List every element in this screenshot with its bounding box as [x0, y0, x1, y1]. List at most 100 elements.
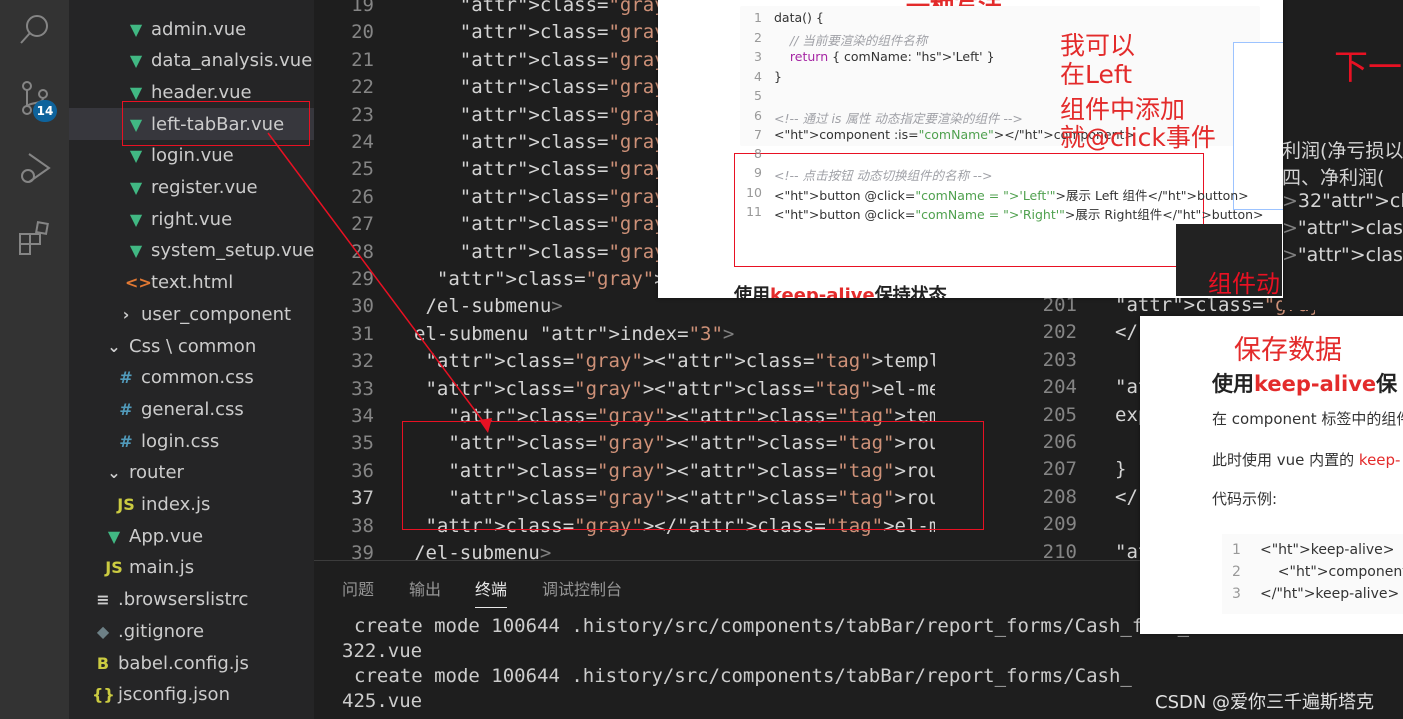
extensions-icon[interactable] [0, 208, 69, 268]
file-item[interactable]: ▼ data_analysis.vue [125, 46, 312, 76]
keep-alive-link[interactable]: keep-alive [1254, 372, 1376, 396]
code-line: <"ht">component :i [1260, 564, 1403, 580]
file-item[interactable]: ⌄ router [103, 458, 184, 488]
line-number: 204 [1042, 376, 1077, 399]
code-line: data() { [774, 10, 824, 25]
source-control-icon[interactable] [0, 68, 69, 128]
code-line: // 当前要渲染的组件名称 [774, 32, 928, 48]
overlay-paragraph-2: 此时使用 vue 内置的 keep- [1212, 451, 1401, 469]
file-item[interactable]: # login.css [115, 426, 219, 456]
strip-line: 四、净利润( [1282, 167, 1385, 189]
code-line-number: 1 [1232, 542, 1241, 558]
code-line[interactable]: "attr">class="gray"><"attr">class="tag">… [414, 350, 974, 372]
file-name: right.vue [151, 208, 233, 230]
folder-closed-file-icon: › [122, 304, 130, 324]
file-item[interactable]: ▼ admin.vue [125, 14, 246, 44]
code-line-number: 6 [754, 107, 762, 123]
line-number: 203 [1042, 348, 1077, 371]
run-debug-icon[interactable] [0, 138, 69, 198]
strip-line: >"attr">class="gray"></"attr">class="tag… [1282, 244, 1403, 266]
line-number: 38 [351, 514, 374, 537]
file-name: .browserslistrc [118, 589, 249, 611]
background-screenshot-fragment: 下一 利润(净亏损以四、净利润(>32"attr">class="gray"><… [1282, 0, 1403, 310]
line-number: 207 [1042, 458, 1077, 481]
file-item[interactable]: <> text.html [125, 268, 233, 298]
code-line: } [774, 68, 782, 84]
keep-link[interactable]: keep- [1359, 451, 1401, 469]
line-number: 33 [351, 377, 374, 400]
code-line-number: 2 [1232, 564, 1241, 580]
file-item[interactable]: Bbabel.config.js [92, 648, 249, 678]
section-heading: 使用keep-alive保持状态 [734, 281, 947, 298]
file-item[interactable]: # common.css [115, 363, 253, 393]
activity-bar: 14 [0, 0, 69, 719]
git-file-icon: ◆ [96, 621, 110, 641]
overlay-fragment: 组件动 [1176, 224, 1282, 296]
code-line[interactable]: /el-submenu> [414, 295, 562, 317]
babel-file-icon: B [96, 653, 110, 673]
overlay-paragraph: 在 component 标签中的组件 [1212, 410, 1403, 428]
code-line-number: 5 [754, 88, 762, 103]
line-number: 208 [1042, 485, 1077, 508]
line-number: 22 [351, 76, 374, 99]
vue-file-icon: ▼ [129, 51, 143, 71]
overlay-red-title: 保存数据 [1234, 335, 1342, 366]
panel-tab[interactable]: 调试控制台 [542, 576, 622, 600]
keep-alive-link[interactable]: keep-alive [770, 285, 875, 298]
code-line[interactable]: } [1115, 458, 1126, 480]
file-item[interactable]: # general.css [115, 394, 244, 424]
code-line[interactable]: </ [1115, 321, 1138, 343]
file-item[interactable]: › user_component [115, 299, 291, 329]
line-number: 30 [351, 295, 374, 318]
file-item[interactable]: JS main.js [103, 553, 194, 583]
annotation-box-file [122, 101, 310, 146]
code-line[interactable]: </ [1115, 486, 1138, 508]
annotation-box-code [402, 421, 984, 530]
line-number: 24 [351, 131, 374, 153]
vue-file-icon: ▼ [129, 146, 143, 166]
strip-line: >"attr">class="gray"></"attr">class="tag… [1282, 217, 1403, 239]
overlay-fragment-text: 组件动 [1208, 270, 1280, 296]
line-number: 206 [1042, 431, 1077, 453]
vue-file-icon: ▼ [129, 19, 143, 39]
code-line-number: 7 [754, 127, 762, 142]
vue-file-icon: ▼ [129, 178, 143, 197]
code-line[interactable]: /el-submenu> [414, 542, 551, 560]
code-line-number: 8 [754, 145, 762, 161]
overlay-paragraph-3: 代码示例: [1212, 490, 1278, 508]
file-item[interactable]: ▼ right.vue [125, 204, 232, 234]
file-item[interactable]: ◆ .gitignore [92, 616, 204, 646]
code-line: <"ht">button @click="comName = ">'Left'"… [774, 187, 1249, 203]
code-line-number: 3 [754, 49, 762, 64]
panel-tab[interactable]: 终端 [475, 576, 508, 608]
vue-file-icon: ▼ [129, 82, 143, 102]
code-line[interactable]: el-submenu "attr">index="3"> [414, 323, 734, 345]
file-item[interactable]: {} jsconfig.json [92, 680, 230, 710]
file-name: App.vue [129, 525, 204, 547]
code-line: <!-- 通过 is 属性 动态指定要渲染的组件 --> [774, 110, 1023, 126]
panel-tab[interactable]: 问题 [342, 576, 374, 600]
code-line: </"ht">keep-alive> [1260, 586, 1400, 602]
css-file-icon: # [119, 431, 133, 451]
code-line: return { comName: "hs">'Left' } [789, 49, 995, 64]
file-item[interactable]: ▼ register.vue [125, 173, 258, 203]
json-file-icon: {} [92, 685, 115, 705]
file-name: router [129, 462, 184, 484]
line-number: 19 [351, 0, 374, 16]
line-number: 25 [351, 158, 374, 181]
file-item[interactable]: ⌄ Css \ common [103, 331, 256, 361]
line-number: 36 [351, 459, 374, 482]
panel-tab[interactable]: 输出 [409, 576, 441, 600]
search-icon[interactable] [0, 0, 69, 60]
list-file-icon: ≡ [96, 590, 110, 610]
line-number: 20 [351, 21, 374, 44]
file-name: user_component [141, 303, 292, 325]
file-item[interactable]: ▼ system_setup.vue [125, 236, 314, 266]
file-name: header.vue [151, 81, 252, 103]
file-item[interactable]: JS index.js [115, 490, 210, 520]
code-line[interactable]: "attr">class="gray"><"attr">class="tag">… [414, 378, 974, 400]
file-name: login.vue [151, 145, 234, 167]
file-item[interactable]: ≡ .browserslistrc [92, 585, 248, 615]
file-item[interactable]: ▼ App.vue [103, 521, 203, 551]
line-number: 37 [351, 487, 374, 510]
